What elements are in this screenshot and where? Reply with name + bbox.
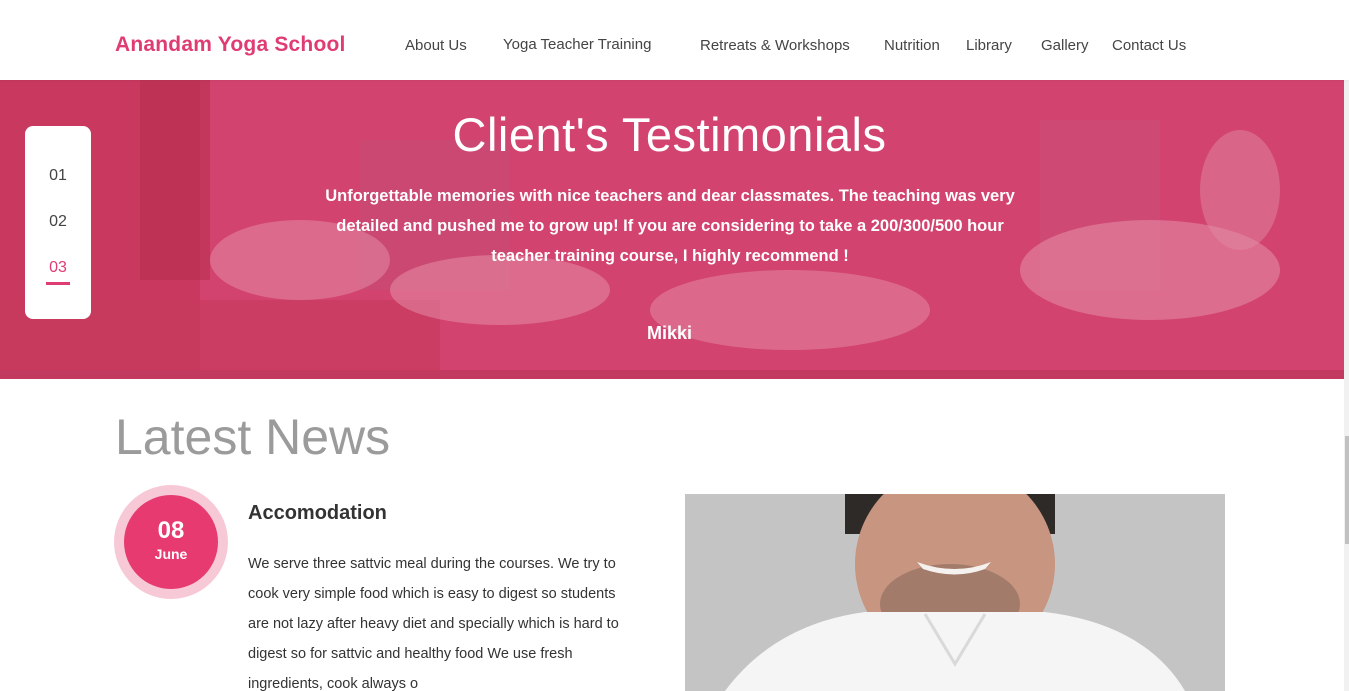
testimonials-title: Client's Testimonials xyxy=(452,108,887,161)
testimonial-quote: Unforgettable memories with nice teacher… xyxy=(325,186,1015,265)
pager-item-3[interactable]: 03 xyxy=(25,259,91,277)
post-excerpt: We serve three sattvic meal during the c… xyxy=(248,556,619,691)
scrollbar-thumb[interactable] xyxy=(1345,436,1349,544)
post-date-day: 08 xyxy=(157,517,185,544)
post-image[interactable] xyxy=(685,494,1225,691)
testimonial-pager: 01 02 03 xyxy=(25,126,91,319)
pager-active-indicator xyxy=(46,282,70,285)
pager-item-2[interactable]: 02 xyxy=(25,213,91,231)
post-date-circle: 08 June xyxy=(124,495,218,589)
nav-retreats-workshops[interactable]: Retreats & Workshops xyxy=(700,37,850,54)
latest-news-heading: Latest News xyxy=(115,409,391,465)
teacher-portrait-image xyxy=(685,494,1225,691)
nav-yoga-teacher-training[interactable]: Yoga Teacher Training xyxy=(503,36,651,53)
nav-gallery[interactable]: Gallery xyxy=(1041,37,1089,54)
nav-library[interactable]: Library xyxy=(966,37,1012,54)
site-logo[interactable]: Anandam Yoga School xyxy=(115,33,346,57)
nav-contact-us[interactable]: Contact Us xyxy=(1112,37,1186,54)
testimonial-author: Mikki xyxy=(646,323,693,343)
nav-nutrition[interactable]: Nutrition xyxy=(884,37,940,54)
nav-about-us[interactable]: About Us xyxy=(405,37,467,54)
testimonials-section: Client's Testimonials Unforgettable memo… xyxy=(0,80,1344,379)
post-date-month: June xyxy=(154,546,188,562)
post-date-badge: 08 June xyxy=(114,485,228,599)
post-title[interactable]: Accomodation xyxy=(248,502,387,525)
page-scrollbar[interactable] xyxy=(1344,0,1349,691)
pager-item-1[interactable]: 01 xyxy=(25,167,91,185)
site-header: Anandam Yoga School About Us Yoga Teache… xyxy=(0,0,1349,80)
